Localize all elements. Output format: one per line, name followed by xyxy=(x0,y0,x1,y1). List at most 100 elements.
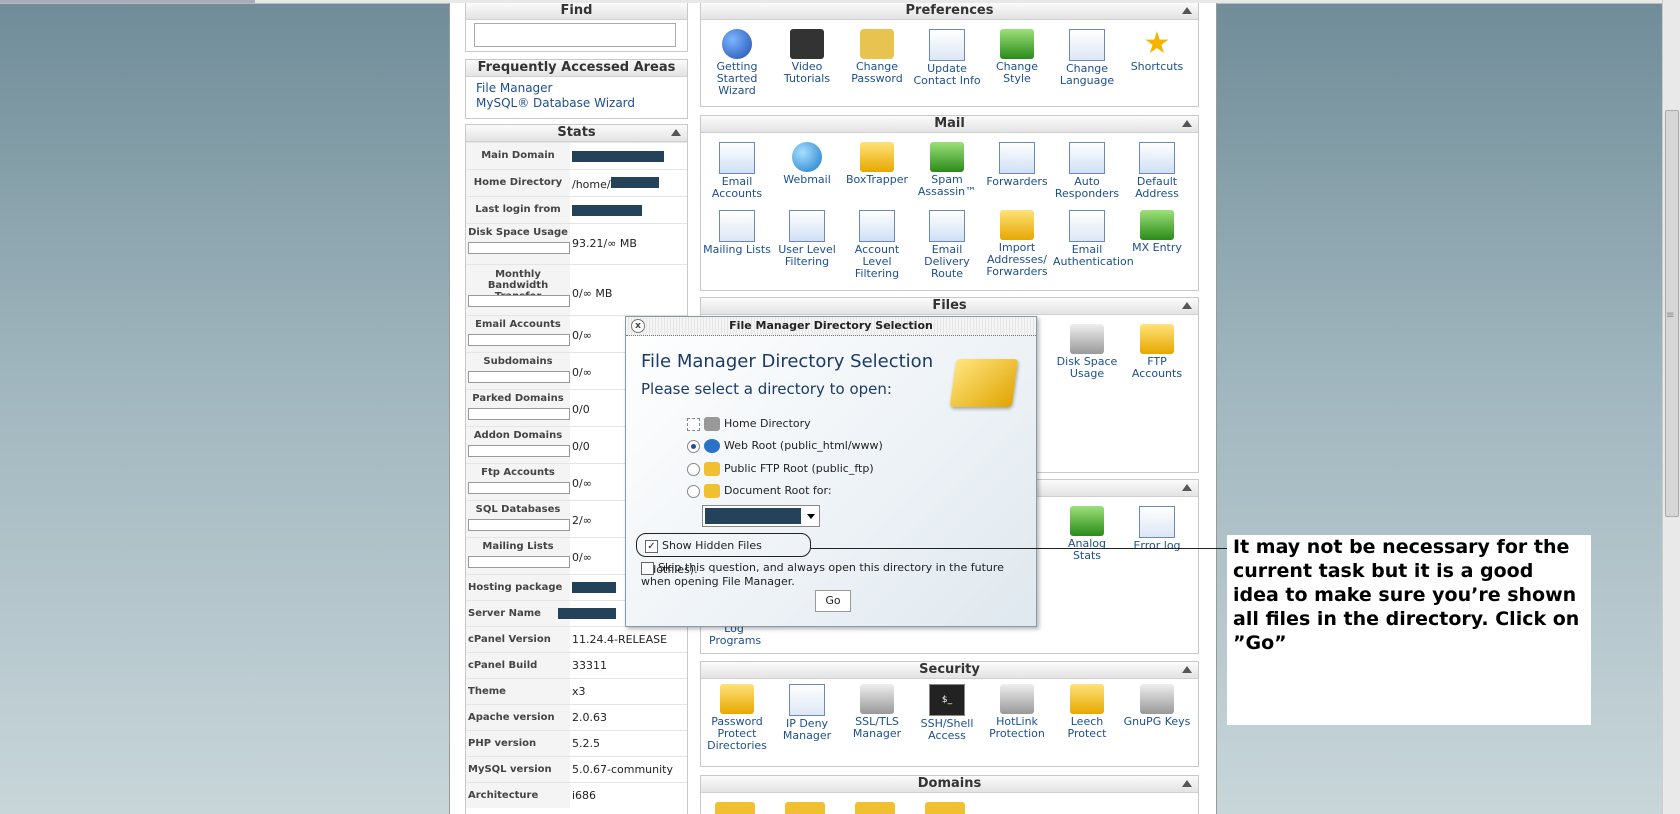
file-manager-link[interactable]: File Manager xyxy=(466,81,687,96)
stats-title: Stats xyxy=(466,125,687,142)
import-addresses-link[interactable]: Import Addresses/ Forwarders xyxy=(983,210,1051,278)
folder-icon xyxy=(949,359,1019,407)
stats-row: Last login from xyxy=(466,196,687,223)
webmail-link[interactable]: Webmail xyxy=(773,142,841,186)
option-home-directory[interactable]: Home Directory xyxy=(687,417,811,431)
stats-row: Theme x3 xyxy=(466,678,687,704)
icon-label: Email Accounts xyxy=(711,175,763,200)
icon-label: Disk Space Usage xyxy=(1056,355,1118,380)
collapse-arrow-icon[interactable] xyxy=(1182,120,1192,127)
email-delivery-route-link[interactable]: Email Delivery Route xyxy=(913,210,981,280)
web-root-radio[interactable] xyxy=(687,439,700,453)
close-icon[interactable]: x xyxy=(631,319,645,333)
getting-started-wizard-link[interactable]: Getting Started Wizard xyxy=(703,29,771,97)
icon-label: Import Addresses/ Forwarders xyxy=(986,241,1048,278)
hotlink-protection-link[interactable]: HotLink Protection xyxy=(983,684,1051,740)
show-hidden-checkbox[interactable]: ✓ xyxy=(645,539,658,553)
option-public-ftp[interactable]: Public FTP Root (public_ftp) xyxy=(687,462,874,476)
route-icon xyxy=(929,210,965,242)
option-label: Home Directory xyxy=(724,417,811,430)
mysql-wizard-link[interactable]: MySQL® Database Wizard xyxy=(466,96,687,111)
icon-label: Auto Responders xyxy=(1054,175,1120,200)
ftp-accounts-link[interactable]: FTP Accounts xyxy=(1123,324,1191,380)
redacted-block xyxy=(572,205,642,216)
user-level-filtering-link[interactable]: User Level Filtering xyxy=(773,210,841,268)
change-language-link[interactable]: Change Language xyxy=(1053,29,1121,87)
frequent-title: Frequently Accessed Areas xyxy=(466,60,687,77)
auto-responders-link[interactable]: Auto Responders xyxy=(1053,142,1121,200)
change-style-link[interactable]: Change Style xyxy=(983,29,1051,85)
collapse-arrow-icon[interactable] xyxy=(1182,666,1192,673)
ssl-tls-manager-link[interactable]: SSL/TLS Manager xyxy=(843,684,911,740)
redacted-block xyxy=(572,151,664,162)
error-log-icon xyxy=(1139,506,1175,538)
mailing-lists-link[interactable]: Mailing Lists xyxy=(703,210,771,256)
domain-icon[interactable] xyxy=(925,802,965,814)
error-log-link[interactable]: Error log xyxy=(1123,506,1191,552)
spam-assassin-link[interactable]: Spam Assassin™ xyxy=(913,142,981,198)
ip-deny-icon xyxy=(789,684,825,716)
collapse-arrow-icon[interactable] xyxy=(1182,484,1192,491)
collapse-arrow-icon[interactable] xyxy=(1182,780,1192,787)
security-title-text: Security xyxy=(919,662,980,677)
email-authentication-link[interactable]: Email Authentication xyxy=(1053,210,1134,268)
protected-folder-icon xyxy=(720,684,754,714)
email-accounts-link[interactable]: Email Accounts xyxy=(703,142,771,200)
frequent-box: Frequently Accessed Areas File Manager M… xyxy=(465,59,688,119)
option-label: Document Root for: xyxy=(724,484,832,497)
mx-entry-link[interactable]: MX Entry xyxy=(1123,210,1191,254)
stats-value: 0/∞ xyxy=(572,477,592,490)
boxtrapper-link[interactable]: BoxTrapper xyxy=(843,142,911,186)
home-directory-radio[interactable] xyxy=(687,417,700,431)
ssl-icon xyxy=(860,684,894,714)
forwarders-link[interactable]: Forwarders xyxy=(983,142,1051,188)
shortcuts-link[interactable]: ★ Shortcuts xyxy=(1123,29,1191,73)
home-dir-value: /home/ xyxy=(572,178,611,191)
security-box: Security Password Protect Directories IP… xyxy=(700,661,1199,767)
spam-assassin-icon xyxy=(930,142,964,172)
folder-icon xyxy=(704,484,720,498)
document-root-select[interactable] xyxy=(702,505,820,527)
authentication-icon xyxy=(1069,210,1105,242)
skip-checkbox[interactable] xyxy=(641,561,654,575)
option-document-root[interactable]: Document Root for: xyxy=(687,484,832,498)
change-password-link[interactable]: Change Password xyxy=(843,29,911,85)
gnupg-keys-link[interactable]: GnuPG Keys xyxy=(1123,684,1191,728)
stats-label: Hosting package xyxy=(466,575,570,600)
redacted-block xyxy=(572,582,616,593)
default-address-link[interactable]: Default Address xyxy=(1123,142,1191,200)
update-contact-info-link[interactable]: Update Contact Info xyxy=(913,29,981,87)
tutorial-callout: It may not be necessary for the current … xyxy=(1227,535,1591,725)
chevron-down-icon xyxy=(807,514,815,519)
play-icon xyxy=(722,29,752,59)
public-ftp-radio[interactable] xyxy=(687,462,700,476)
collapse-arrow-icon[interactable] xyxy=(1182,302,1192,309)
account-level-filtering-link[interactable]: Account Level Filtering xyxy=(843,210,911,280)
usage-bar xyxy=(468,482,570,494)
collapse-arrow-icon[interactable] xyxy=(671,129,681,136)
stats-row: Apache version 2.0.63 xyxy=(466,704,687,730)
domain-icon[interactable] xyxy=(715,802,755,814)
domain-icon[interactable] xyxy=(785,802,825,814)
collapse-arrow-icon[interactable] xyxy=(1182,7,1192,14)
style-icon xyxy=(1000,29,1034,59)
ip-deny-manager-link[interactable]: IP Deny Manager xyxy=(773,684,841,742)
stats-label: Main Domain xyxy=(466,143,570,169)
password-protect-directories-link[interactable]: Password Protect Directories xyxy=(703,684,771,752)
progress-fill xyxy=(0,0,255,3)
leech-protect-link[interactable]: Leech Protect xyxy=(1053,684,1121,740)
show-hidden-files-option[interactable]: ✓ Show Hidden Files (dotfiles). xyxy=(636,533,811,576)
video-tutorials-link[interactable]: Video Tutorials xyxy=(773,29,841,85)
go-button[interactable]: Go xyxy=(815,590,851,612)
usage-bar xyxy=(468,519,570,531)
ssh-shell-access-link[interactable]: $_ SSH/Shell Access xyxy=(913,684,981,742)
find-input[interactable] xyxy=(474,23,676,47)
page-scrollbar[interactable]: ≡ xyxy=(1662,0,1680,814)
analog-stats-link[interactable]: Analog Stats xyxy=(1053,506,1121,562)
document-root-radio[interactable] xyxy=(687,484,700,498)
domain-icon[interactable] xyxy=(855,802,895,814)
option-web-root[interactable]: Web Root (public_html/www) xyxy=(687,439,883,453)
domains-box: Domains xyxy=(700,775,1199,814)
skip-question-option[interactable]: Skip this question, and always open this… xyxy=(641,561,1011,588)
disk-space-usage-link[interactable]: Disk Space Usage xyxy=(1053,324,1121,380)
